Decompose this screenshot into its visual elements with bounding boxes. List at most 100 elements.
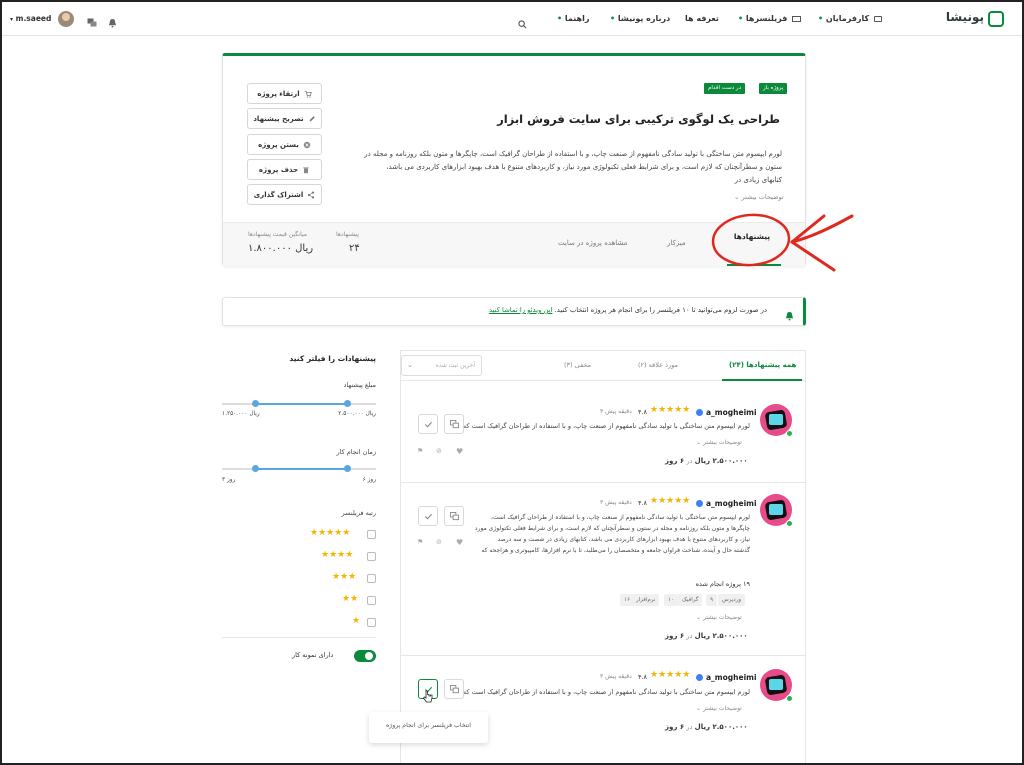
annotation-arrow-icon [711, 213, 854, 272]
rank-5-checkbox[interactable] [367, 530, 376, 539]
price-slider[interactable] [222, 400, 376, 407]
avatar[interactable] [58, 11, 74, 27]
verified-icon [696, 500, 703, 507]
flag-icon[interactable]: ⚑ [417, 538, 423, 546]
rating-stars: ★★★★★ [650, 670, 691, 680]
rank-4-stars: ★★★★ [321, 550, 354, 560]
username-menu[interactable]: ▾ m.saeed [10, 14, 51, 23]
skill-count-chip: ۹ [706, 594, 717, 606]
more-description-link[interactable]: ⌄ توضیحات بیشتر [696, 705, 742, 712]
nav-about[interactable]: • درباره پونیشا [610, 14, 670, 23]
nav-employers[interactable]: • کارفرمایان [818, 14, 882, 23]
price-filter-label: مبلغ پیشنهاد [343, 381, 376, 389]
sample-work-toggle[interactable] [354, 650, 376, 662]
rank-2-checkbox[interactable] [367, 596, 376, 605]
slider-handle[interactable] [252, 400, 259, 407]
message-button[interactable] [444, 679, 464, 699]
slider-handle[interactable] [252, 465, 259, 472]
nav-freelancers[interactable]: • فریلنسرها [738, 14, 802, 23]
cart-icon [304, 90, 312, 98]
freelancer-name[interactable]: a_mogheimi [706, 673, 757, 682]
hide-icon[interactable]: ⊘ [436, 447, 442, 455]
toggle-knob [365, 652, 373, 660]
nav-label: درباره پونیشا [617, 14, 671, 23]
chat-icon[interactable] [87, 13, 97, 32]
rating-stars: ★★★★★ [650, 405, 691, 415]
avg-price-label: میانگین قیمت پیشنهادها [248, 231, 307, 238]
upgrade-project-button[interactable]: ارتقاء پروژه [247, 83, 322, 104]
heart-icon[interactable]: ♥ [456, 447, 463, 456]
price-value: ۲.۵۰۰.۰۰۰ ریال [694, 632, 748, 640]
clarify-offer-button[interactable]: تصریح پیشنهاد [247, 108, 322, 129]
offer-time: ۳ دقیقه پیش [600, 408, 632, 415]
message-button[interactable] [444, 506, 464, 526]
close-project-button[interactable]: بستن پروژه [247, 134, 322, 155]
verified-icon [696, 409, 703, 416]
freelancer-name[interactable]: a_mogheimi [706, 408, 757, 417]
sort-select[interactable]: ⌄ آخرین ثبت شده [401, 355, 482, 376]
slider-handle[interactable] [344, 400, 351, 407]
bell-icon[interactable] [108, 13, 117, 32]
nav-help[interactable]: • راهنما [557, 14, 589, 23]
time-slider[interactable] [222, 465, 376, 472]
screenshot-frame: پونیشا • کارفرمایان • فریلنسرها تعرفه ها… [0, 0, 1024, 765]
price-value: ۲.۵۰۰.۰۰۰ ریال [694, 723, 748, 731]
message-button[interactable] [444, 414, 464, 434]
nav-pricing[interactable]: تعرفه ها [685, 14, 719, 23]
freelancer-name[interactable]: a_mogheimi [706, 499, 757, 508]
tooltip-text: انتخاب فریلنسر برای انجام پروژه [385, 722, 472, 729]
tab-all-offers[interactable]: همه پیشنهادها (۲۴) [729, 361, 796, 369]
offer-text-line: چاپگرها و متون بلکه روزنامه و مجله در ست… [474, 525, 750, 532]
top-navbar: پونیشا • کارفرمایان • فریلنسرها تعرفه ها… [2, 2, 1022, 36]
offer-price: ۲.۵۰۰.۰۰۰ ریال در ۶ روز [665, 457, 748, 465]
time-min-value: ۶ روز [362, 477, 376, 483]
search-icon[interactable] [518, 14, 527, 33]
nav-dot: • [610, 14, 616, 23]
tab-desk[interactable]: میزکار [667, 239, 686, 247]
more-description-link[interactable]: ⌄ توضیحات بیشتر [734, 193, 784, 201]
rank-1-stars: ★ [352, 616, 361, 626]
heart-icon[interactable]: ♥ [456, 538, 463, 547]
divider [400, 655, 806, 656]
skill-count-chip: ۱۰ [664, 594, 678, 606]
online-status-dot [786, 695, 793, 702]
price-max-value: ۱.۲۵۰.۰۰۰ ریال [222, 411, 260, 417]
days-prefix: در [686, 723, 693, 731]
nav-dot: • [557, 14, 563, 23]
more-description-link[interactable]: ⌄ توضیحات بیشتر [696, 614, 742, 621]
more-label: توضیحات بیشتر [702, 614, 742, 621]
select-freelancer-button[interactable] [418, 414, 438, 434]
rating-value: ۴.۸ [638, 673, 648, 681]
offer-time: ۳ دقیقه پیش [600, 499, 632, 506]
delete-project-button[interactable]: حذف پروژه [247, 159, 322, 180]
more-description-link[interactable]: ⌄ توضیحات بیشتر [696, 439, 742, 446]
rank-4-checkbox[interactable] [367, 552, 376, 561]
share-button[interactable]: اشتراک گذاری [247, 184, 322, 205]
days-prefix: در [686, 632, 693, 640]
hide-icon[interactable]: ⊘ [436, 538, 442, 546]
logo-text: پونیشا [945, 10, 984, 24]
check-icon [424, 513, 432, 520]
slider-handle[interactable] [344, 465, 351, 472]
chevron-down-icon: ⌄ [696, 705, 702, 712]
days-prefix: در [686, 457, 693, 465]
rank-3-checkbox[interactable] [367, 574, 376, 583]
site-logo[interactable]: پونیشا [942, 10, 1004, 28]
price-min-value: ۲.۵۰۰.۰۰۰ ریال [338, 411, 376, 417]
flag-icon[interactable]: ⚑ [417, 447, 423, 455]
watch-video-link[interactable]: این ویدئو را تماشا کنید [489, 306, 552, 314]
tab-view-on-site[interactable]: مشاهده پروژه در سایت [558, 239, 627, 247]
avatar-face [62, 13, 70, 21]
chevron-down-icon: ⌄ [734, 193, 740, 201]
skill-chip: گرافیک [678, 594, 703, 606]
logo-icon [988, 11, 1004, 27]
time-max-value: ۳ روز [222, 477, 236, 483]
pencil-icon [309, 115, 315, 121]
notice-text: در صورت لزوم می‌توانید تا ۱۰ فریلنسر را … [482, 306, 767, 314]
rank-1-checkbox[interactable] [367, 618, 376, 627]
share-icon [308, 190, 315, 199]
tab-favorites[interactable]: مورد علاقه (۲) [638, 361, 678, 369]
tab-hidden[interactable]: مخفی (۳) [564, 361, 591, 369]
filter-title: پیشنهادات را فیلتر کنید [289, 354, 376, 363]
select-freelancer-button[interactable] [418, 506, 438, 526]
